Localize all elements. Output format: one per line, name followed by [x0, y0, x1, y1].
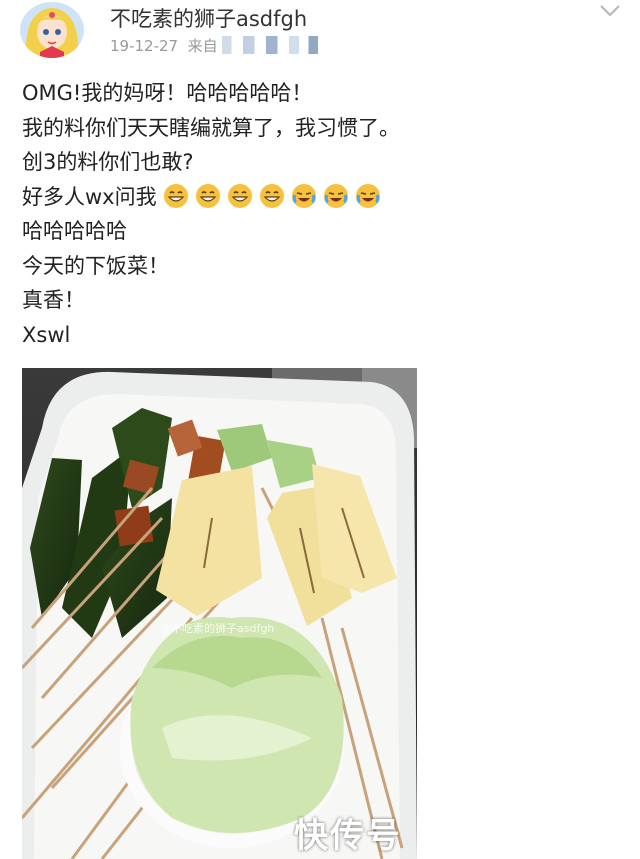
- post-meta: 19-12-27 来自: [110, 35, 318, 56]
- post-line: Xswl: [22, 322, 71, 347]
- post-header: 不吃素的狮子asdfgh 19-12-27 来自: [0, 0, 640, 62]
- grin-emoji-icon: [163, 183, 189, 209]
- post-date: 19-12-27: [110, 37, 179, 55]
- post-line: 真香！: [22, 288, 85, 312]
- post-photo[interactable]: [22, 368, 417, 859]
- post-line-with-emojis: 好多人wx问我: [22, 180, 622, 215]
- grin-emoji-icon: [259, 183, 285, 209]
- chevron-down-icon[interactable]: [598, 2, 622, 20]
- post-line: 好多人wx问我: [22, 184, 157, 209]
- post-text: OMG!我的妈呀！哈哈哈哈哈！ 我的料你们天天瞎编就算了，我习惯了。 创3的料你…: [22, 76, 622, 352]
- post-line: 哈哈哈哈哈: [22, 219, 127, 243]
- source-watermark: 快传号: [294, 816, 402, 856]
- photo-watermark: @不吃素的狮子asdfgh: [160, 622, 275, 635]
- post-line: 我的料你们天天瞎编就算了，我习惯了。: [22, 115, 400, 140]
- post-line: OMG!我的妈呀！哈哈哈哈哈！: [22, 81, 313, 105]
- post-source: 来自: [187, 37, 218, 55]
- grin-emoji-icon: [227, 183, 253, 209]
- grin-emoji-icon: [195, 183, 221, 209]
- laugh-cry-emoji-icon: [355, 183, 381, 209]
- avatar[interactable]: [20, 2, 84, 58]
- post-line: 创3的料你们也敢?: [22, 150, 194, 174]
- post-line: 今天的下饭菜！: [22, 253, 169, 278]
- laugh-cry-emoji-icon: [323, 183, 349, 209]
- username[interactable]: 不吃素的狮子asdfgh: [110, 3, 307, 33]
- blurred-source: [221, 36, 318, 54]
- laugh-cry-emoji-icon: [291, 183, 317, 209]
